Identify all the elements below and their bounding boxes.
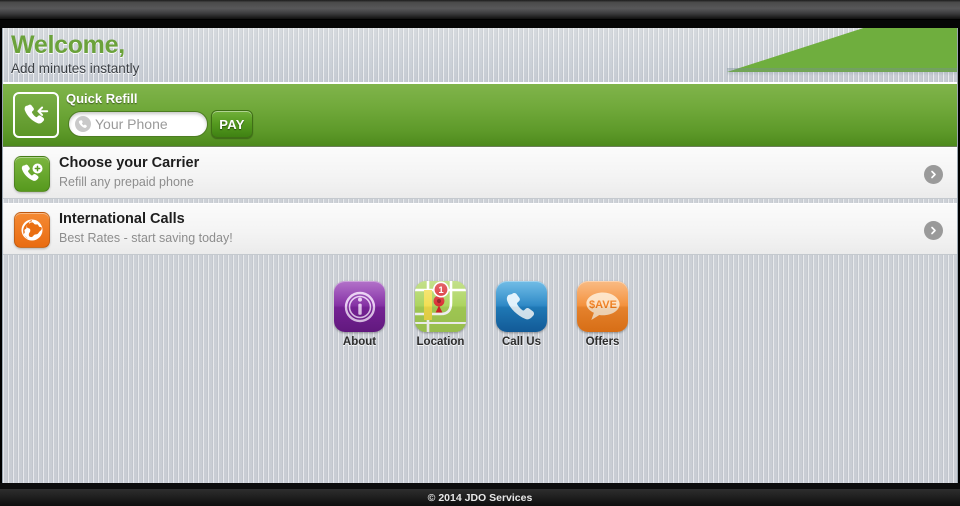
svg-text:1: 1 — [438, 285, 444, 296]
page-footer: © 2014 JDO Services — [0, 489, 960, 506]
app-shortcut-label: About — [342, 336, 377, 348]
list-item-choose-carrier[interactable]: Choose your Carrier Refill any prepaid p… — [3, 147, 957, 199]
app-shortcut-about[interactable]: About — [329, 281, 391, 348]
corner-wedge-shadow — [727, 68, 957, 76]
app-window: Welcome, Add minutes instantly Quick Ref… — [0, 0, 960, 506]
quick-refill-panel: Quick Refill Your Phone PAY — [3, 83, 957, 147]
phone-number-input[interactable]: Your Phone — [68, 111, 208, 137]
info-circle-icon — [334, 281, 385, 332]
list-item-title: International Calls — [59, 211, 185, 227]
chevron-right-icon[interactable] — [924, 221, 943, 240]
page-title: Welcome, — [11, 31, 125, 59]
svg-text:$AVE: $AVE — [589, 299, 617, 311]
app-shortcut-label: Offers — [585, 336, 620, 348]
app-shortcut-location[interactable]: 1 Location — [410, 281, 472, 348]
save-bubble-icon: $AVE — [577, 281, 628, 332]
app-shortcut-grid: About 1 Location Call Us $AVE Offers — [3, 281, 957, 348]
globe-icon — [14, 212, 50, 248]
page-viewport: Welcome, Add minutes instantly Quick Ref… — [2, 28, 958, 489]
list-item-subtitle: Best Rates - start saving today! — [59, 231, 233, 245]
phone-handset-icon — [75, 116, 91, 132]
quick-refill-title: Quick Refill — [66, 91, 138, 106]
welcome-header: Welcome, Add minutes instantly — [3, 28, 957, 83]
browser-chrome-black-strip — [0, 20, 960, 28]
list-item-subtitle: Refill any prepaid phone — [59, 175, 194, 189]
app-shortcut-call-us[interactable]: Call Us — [491, 281, 553, 348]
app-shortcut-label: Location — [416, 336, 465, 348]
pay-button-label: PAY — [219, 116, 245, 132]
browser-chrome-top-bar — [0, 0, 960, 20]
phone-number-placeholder-text: Your Phone — [95, 116, 168, 132]
phone-add-icon — [14, 156, 50, 192]
pay-button[interactable]: PAY — [211, 110, 253, 138]
app-shortcut-offers[interactable]: $AVE Offers — [572, 281, 634, 348]
page-subtitle: Add minutes instantly — [11, 61, 140, 76]
phone-incoming-icon — [13, 92, 59, 138]
green-corner-wedge-decoration — [727, 28, 957, 72]
app-shortcut-label: Call Us — [502, 336, 541, 348]
chevron-right-icon[interactable] — [924, 165, 943, 184]
phone-handset-icon — [496, 281, 547, 332]
list-item-title: Choose your Carrier — [59, 155, 200, 171]
copyright-text: © 2014 JDO Services — [427, 491, 533, 504]
map-pin-icon: 1 — [415, 281, 466, 332]
list-item-international-calls[interactable]: International Calls Best Rates - start s… — [3, 203, 957, 255]
